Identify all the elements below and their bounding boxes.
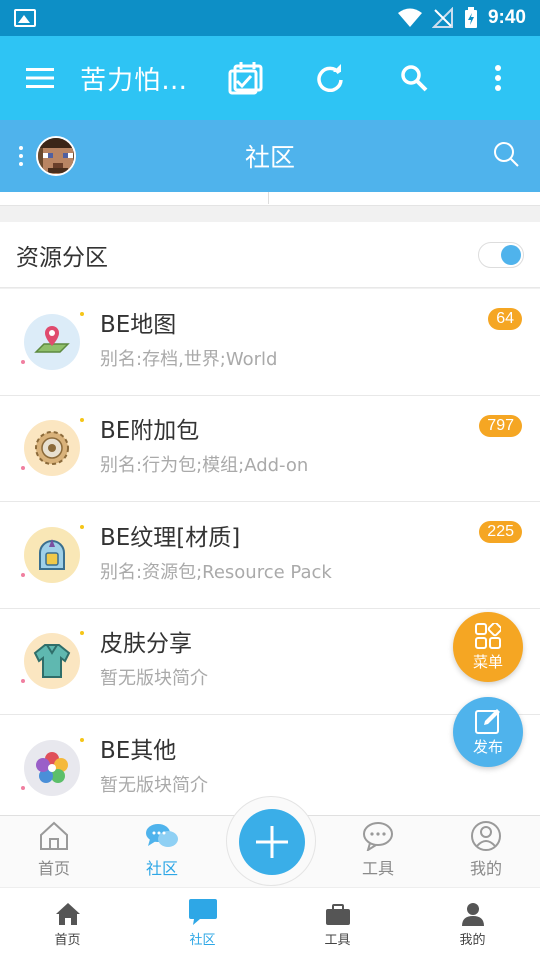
section-title: 资源分区 <box>16 244 108 271</box>
menu-fab-label: 菜单 <box>472 652 503 671</box>
nav-community[interactable]: 社区 <box>135 888 270 960</box>
tab-profile-label: 我的 <box>469 859 502 878</box>
tab-profile[interactable]: 我的 <box>432 816 540 887</box>
pixel-avatar-icon <box>38 138 74 174</box>
app-title: 苦力怕… <box>80 65 189 96</box>
forum-description: 别名:行为包;模组;Add-on <box>100 455 309 477</box>
post-fab-button[interactable]: 发布 <box>453 697 523 767</box>
post-fab-label: 发布 <box>472 737 503 756</box>
edit-icon <box>475 708 500 734</box>
post-count-badge: 225 <box>479 521 522 543</box>
forum-description: 暂无版块简介 <box>100 774 208 796</box>
calendar-check-icon <box>228 62 263 95</box>
app-bar: 苦力怕… <box>0 36 540 120</box>
list-item[interactable]: BE纹理[材质] 别名:资源包;Resource Pack 225 <box>0 502 540 609</box>
bottom-navigation: 首页 社区 工具 我的 <box>0 887 540 960</box>
nav-home-label: 首页 <box>54 933 81 948</box>
forum-description: 暂无版块简介 <box>100 668 208 690</box>
section-header: 资源分区 <box>0 222 540 288</box>
search-icon <box>401 65 428 92</box>
forum-name: BE纹理[材质] <box>100 524 241 551</box>
menu-fab-button[interactable]: 菜单 <box>453 612 523 682</box>
forum-name: BE其他 <box>100 737 177 764</box>
status-bar: 9:40 <box>0 0 540 36</box>
chat-bubble-icon <box>188 899 217 925</box>
community-title: 社区 <box>244 143 295 172</box>
avatar[interactable] <box>36 136 76 176</box>
drawer-dots-button[interactable] <box>10 146 32 166</box>
tab-community[interactable]: 社区 <box>108 816 216 887</box>
nav-home[interactable]: 首页 <box>0 888 135 960</box>
flower-icon <box>21 737 84 796</box>
hamburger-menu-button[interactable] <box>0 36 80 120</box>
no-signal-icon <box>431 7 453 28</box>
tab-home-label: 首页 <box>37 859 70 878</box>
create-post-button[interactable] <box>226 796 316 886</box>
gear-icon <box>21 418 84 477</box>
tab-home[interactable]: 首页 <box>0 816 108 887</box>
grid-icon <box>475 622 501 649</box>
more-vertical-icon <box>495 65 501 91</box>
nav-community-label: 社区 <box>189 933 216 948</box>
message-icon <box>363 822 393 851</box>
image-notification-icon <box>14 9 36 27</box>
content-strip <box>0 192 540 206</box>
briefcase-icon <box>325 904 350 925</box>
list-item[interactable]: BE地图 别名:存档,世界;World 64 <box>0 289 540 396</box>
community-search-button[interactable] <box>492 140 520 172</box>
post-count-badge: 64 <box>488 308 522 330</box>
nav-profile-label: 我的 <box>459 933 486 948</box>
refresh-button[interactable] <box>288 36 372 120</box>
home-icon <box>55 903 80 925</box>
wifi-icon <box>397 8 422 27</box>
forum-description: 别名:资源包;Resource Pack <box>100 561 332 583</box>
list-item[interactable]: BE附加包 别名:行为包;模组;Add-on 797 <box>0 395 540 502</box>
overflow-menu-button[interactable] <box>456 36 540 120</box>
tab-tools[interactable]: 工具 <box>324 816 432 887</box>
tab-tools-label: 工具 <box>361 859 394 878</box>
nav-tools[interactable]: 工具 <box>270 888 405 960</box>
battery-charging-icon <box>464 7 477 28</box>
search-icon <box>494 142 519 167</box>
search-button[interactable] <box>372 36 456 120</box>
helmet-icon <box>21 524 84 583</box>
calendar-check-button[interactable] <box>204 36 288 120</box>
forum-name: BE地图 <box>100 311 177 338</box>
section-toggle[interactable] <box>478 241 524 268</box>
forum-name: BE附加包 <box>100 418 200 445</box>
forum-name: 皮肤分享 <box>100 631 192 658</box>
refresh-icon <box>317 64 343 92</box>
tab-community-label: 社区 <box>145 859 178 878</box>
hamburger-icon <box>26 68 55 88</box>
nav-tools-label: 工具 <box>324 933 351 948</box>
nav-profile[interactable]: 我的 <box>405 888 540 960</box>
status-indicators: 9:40 <box>397 7 526 29</box>
person-icon <box>461 903 484 926</box>
home-icon <box>40 821 68 850</box>
plus-icon <box>256 826 288 858</box>
community-header: 社区 <box>0 120 540 192</box>
status-time: 9:40 <box>487 7 526 28</box>
app-actions <box>204 36 540 120</box>
map-icon <box>21 311 84 370</box>
chat-icon <box>146 824 178 847</box>
forum-description: 别名:存档,世界;World <box>100 348 278 370</box>
post-count-badge: 797 <box>479 414 522 437</box>
sweater-icon <box>21 631 84 690</box>
user-icon <box>471 821 501 851</box>
